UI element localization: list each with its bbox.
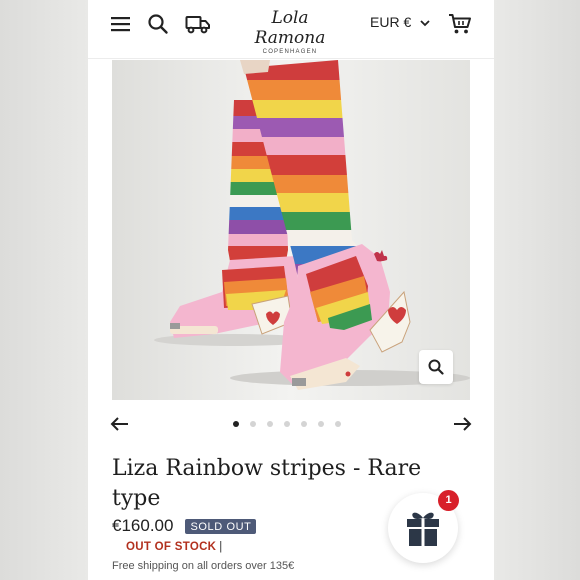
logo-wordmark: Lola Ramona (254, 8, 326, 48)
arrow-left-icon[interactable] (110, 415, 130, 433)
background-left (0, 0, 88, 580)
carousel-dot[interactable] (233, 421, 239, 427)
zoom-icon (428, 359, 444, 375)
carousel-dot[interactable] (250, 421, 256, 427)
site-header: Lola Ramona COPENHAGEN EUR € (88, 0, 494, 59)
product-price: €160.00 (112, 516, 174, 535)
currency-label: EUR € (370, 14, 412, 30)
background-right (494, 0, 580, 580)
search-icon[interactable] (147, 13, 169, 35)
zoom-button[interactable] (419, 350, 453, 384)
carousel-dot[interactable] (267, 421, 273, 427)
carousel-dots (233, 421, 341, 427)
gift-icon (407, 512, 439, 546)
menu-icon[interactable] (110, 13, 132, 35)
product-image[interactable] (112, 60, 470, 400)
brand-logo[interactable]: Lola Ramona COPENHAGEN (240, 8, 340, 55)
delivery-truck-icon[interactable] (185, 13, 211, 35)
carousel-dot[interactable] (318, 421, 324, 427)
product-title: Liza Rainbow stripes - Rare type (112, 456, 422, 511)
cart-icon[interactable] (448, 13, 472, 35)
stock-status: OUT OF STOCK | (126, 541, 223, 553)
carousel-dot[interactable] (335, 421, 341, 427)
chevron-down-icon (420, 14, 430, 30)
stock-separator: | (219, 541, 223, 553)
carousel-dot[interactable] (284, 421, 290, 427)
price-row: €160.00 SOLD OUT (112, 516, 257, 536)
product-page: Lola Ramona COPENHAGEN EUR € Liza Rainbo… (88, 0, 494, 580)
arrow-right-icon[interactable] (452, 415, 472, 433)
sold-out-badge: SOLD OUT (185, 518, 257, 534)
carousel-dot[interactable] (301, 421, 307, 427)
currency-selector[interactable]: EUR € (370, 14, 430, 30)
gift-notification-badge: 1 (438, 490, 459, 511)
shipping-note: Free shipping on all orders over 135€ (112, 560, 295, 572)
stock-status-text: OUT OF STOCK (126, 541, 217, 553)
logo-location: COPENHAGEN (262, 49, 318, 55)
